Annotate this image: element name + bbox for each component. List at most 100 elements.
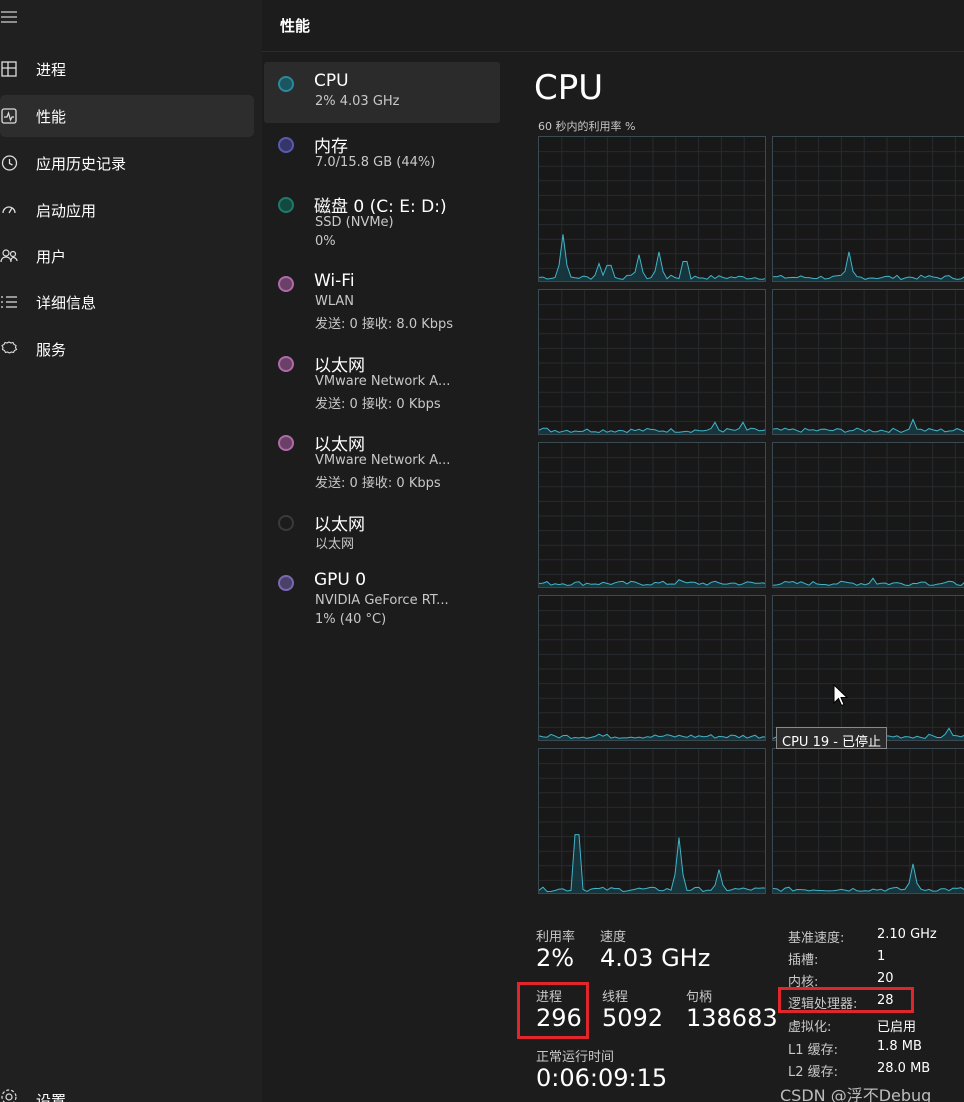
device-detail: 2% 4.03 GHz	[315, 94, 400, 109]
nav-item-details[interactable]: 详细信息	[0, 281, 254, 323]
page-header: 性能	[262, 0, 964, 52]
device-detail: SSD (NVMe)	[315, 215, 394, 230]
uptime-label: 正常运行时间	[536, 1050, 615, 1065]
device-detail: 以太网	[315, 537, 355, 552]
nav-label: 详细信息	[36, 293, 97, 312]
graph-caption: 60 秒内的利用率 %	[538, 120, 636, 133]
services-icon	[0, 338, 20, 360]
info-key: 插槽:	[788, 953, 819, 968]
device-name: 磁盘 0 (C: E: D:)	[314, 197, 447, 217]
handles-value: 138683	[686, 1004, 778, 1032]
content-pane: 性能 CPU 2% 4.03 GHz 内存 7.0/15.8 GB (44%) …	[262, 0, 964, 1102]
info-key: L1 缓存:	[788, 1043, 839, 1058]
device-detail: 1% (40 °C)	[315, 612, 387, 627]
settings-label: 设置	[36, 1092, 67, 1102]
device-name: CPU	[314, 71, 349, 91]
nav-label: 启动应用	[36, 201, 97, 220]
performance-icon	[0, 105, 20, 127]
device-detail: 发送: 0 接收: 8.0 Kbps	[315, 317, 454, 332]
device-dot-icon	[278, 435, 294, 451]
gear-icon	[0, 1088, 18, 1102]
cpu-core-graph	[772, 136, 964, 282]
app-history-icon	[0, 152, 20, 174]
nav-item-app-history[interactable]: 应用历史记录	[0, 142, 254, 184]
info-key: 基准速度:	[788, 931, 845, 946]
device-item-ethernet-1[interactable]: 以太网 VMware Network A... 发送: 0 接收: 0 Kbps	[264, 342, 500, 421]
info-key: L2 缓存:	[788, 1065, 839, 1080]
nav-item-users[interactable]: 用户	[0, 235, 254, 277]
cpu-core-graph	[538, 136, 766, 282]
nav-item-services[interactable]: 服务	[0, 328, 254, 370]
device-dot-icon	[278, 76, 294, 92]
cpu-core-graph	[772, 442, 964, 588]
device-detail: 0%	[315, 234, 336, 249]
nav-label: 应用历史记录	[36, 154, 127, 173]
mouse-cursor-icon	[833, 684, 849, 707]
processes-icon	[0, 58, 20, 80]
device-detail: NVIDIA GeForce RT...	[315, 593, 449, 608]
nav-item-performance[interactable]: 性能	[0, 95, 254, 137]
cpu-core-graph	[772, 595, 964, 741]
cpu-core-graph	[538, 595, 766, 741]
cpu-core-graph	[772, 289, 964, 435]
info-value: 20	[877, 971, 894, 986]
info-value: 1.8 MB	[877, 1039, 922, 1054]
device-name: GPU 0	[314, 570, 367, 590]
threads-value: 5092	[602, 1004, 664, 1032]
device-dot-icon	[278, 356, 294, 372]
device-item-disk[interactable]: 磁盘 0 (C: E: D:) SSD (NVMe) 0%	[264, 183, 500, 262]
device-dot-icon	[278, 276, 294, 292]
hamburger-menu-icon[interactable]	[0, 8, 24, 32]
nav-item-settings[interactable]: 设置	[0, 1084, 254, 1102]
watermark: CSDN @浮不Debug	[780, 1086, 932, 1102]
speed-value: 4.03 GHz	[600, 944, 711, 972]
threads-label: 线程	[602, 990, 629, 1005]
device-name: 以太网	[314, 515, 365, 535]
device-detail: 发送: 0 接收: 0 Kbps	[315, 397, 441, 412]
details-icon	[0, 291, 20, 313]
device-dot-icon	[278, 137, 294, 153]
device-item-wifi[interactable]: Wi-Fi WLAN 发送: 0 接收: 8.0 Kbps	[264, 262, 500, 342]
device-dot-icon	[278, 575, 294, 591]
info-value: 28.0 MB	[877, 1061, 931, 1076]
users-icon	[0, 245, 20, 267]
speed-label: 速度	[600, 930, 627, 945]
device-detail: WLAN	[315, 294, 355, 309]
device-dot-icon	[278, 515, 294, 531]
utilization-label: 利用率	[536, 930, 576, 945]
cpu-core-graph	[538, 289, 766, 435]
info-value: 1	[877, 949, 886, 964]
cpu-core-tooltip: CPU 19 - 已停止	[776, 727, 888, 750]
highlight-box-logical-processors	[778, 987, 914, 1013]
uptime-value: 0:06:09:15	[536, 1064, 668, 1092]
cpu-graph-grid	[538, 136, 964, 896]
info-value: 2.10 GHz	[877, 927, 937, 942]
device-dot-icon	[278, 197, 294, 213]
cpu-core-graph	[772, 748, 964, 894]
device-detail: 发送: 0 接收: 0 Kbps	[315, 476, 441, 491]
nav-label: 服务	[36, 340, 67, 359]
device-item-memory[interactable]: 内存 7.0/15.8 GB (44%)	[264, 123, 500, 183]
device-item-cpu[interactable]: CPU 2% 4.03 GHz	[264, 62, 500, 123]
device-detail: VMware Network A...	[315, 374, 451, 389]
info-key: 虚拟化:	[788, 1020, 832, 1035]
highlight-box-processes	[517, 982, 589, 1039]
cpu-title: CPU	[534, 68, 604, 108]
page-title: 性能	[280, 17, 311, 35]
device-detail: VMware Network A...	[315, 453, 451, 468]
utilization-value: 2%	[536, 944, 575, 972]
device-name: 以太网	[314, 356, 365, 376]
device-name: Wi-Fi	[314, 271, 355, 291]
nav-item-processes[interactable]: 进程	[0, 48, 254, 90]
device-name: 内存	[314, 137, 348, 157]
cpu-core-graph	[538, 442, 766, 588]
nav-label: 用户	[36, 247, 67, 266]
nav-item-startup-apps[interactable]: 启动应用	[0, 189, 254, 231]
device-name: 以太网	[314, 435, 365, 455]
cpu-core-graph	[538, 748, 766, 894]
device-detail: 7.0/15.8 GB (44%)	[315, 155, 436, 170]
device-list: CPU 2% 4.03 GHz 内存 7.0/15.8 GB (44%) 磁盘 …	[264, 62, 500, 641]
device-item-ethernet-2[interactable]: 以太网 VMware Network A... 发送: 0 接收: 0 Kbps	[264, 421, 500, 501]
device-item-gpu[interactable]: GPU 0 NVIDIA GeForce RT... 1% (40 °C)	[264, 561, 500, 641]
device-item-ethernet-3[interactable]: 以太网 以太网	[264, 501, 500, 561]
